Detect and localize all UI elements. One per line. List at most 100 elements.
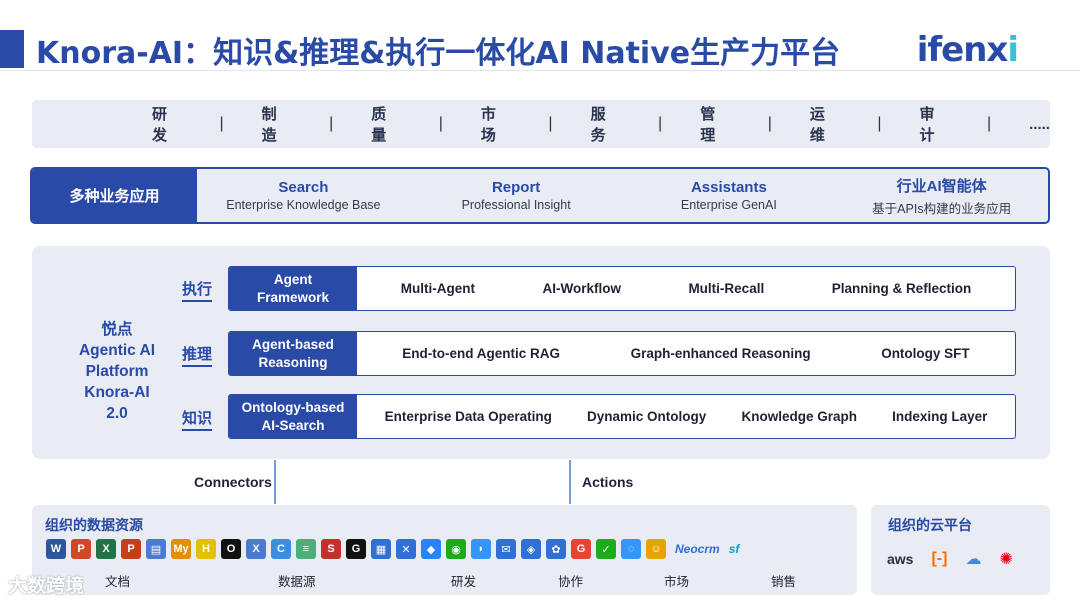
scala-icon: S (321, 539, 341, 559)
cloud-icons: aws [-] ☁ ✺ (887, 549, 1013, 569)
layer-item: Multi-Agent (400, 281, 475, 296)
category-label: 市场 (664, 575, 690, 589)
platform-name-line: 悦点 (101, 321, 133, 338)
jira-icon: ◆ (421, 539, 441, 559)
cloud-title: 组织的云平台 (888, 517, 972, 533)
department-label: 研发 (152, 106, 168, 144)
layer-head: Agent-based Reasoning (229, 332, 357, 375)
layer-item: Dynamic Ontology (587, 409, 707, 424)
confluence-icon: C (271, 539, 291, 559)
knowledge-layer-row: Ontology-based AI-Search Enterprise Data … (228, 394, 1016, 439)
title-divider (0, 70, 1080, 71)
layer-item: Ontology SFT (881, 346, 970, 361)
department-separator: | (438, 115, 443, 132)
business-apps-row: 多种业务应用 Search Enterprise Knowledge Base … (30, 167, 1050, 224)
platform-name-line: Agentic AI (78, 342, 156, 359)
department-bar: 研发 | 制造 | 质量 | 市场 | 服务 | 管理 | 运维 | 审计 |..... (32, 100, 1050, 148)
department-separator: | (877, 115, 882, 132)
app-icon: ◈ (521, 539, 541, 559)
google-icon: G (571, 539, 591, 559)
layer-item: Planning & Reflection (831, 281, 972, 296)
cross-icon: ✕ (396, 539, 416, 559)
app-industry-agents: 行业AI智能体 基于APIs构建的业务应用 (835, 169, 1048, 222)
title-accent-bar (0, 30, 24, 68)
actions-label: Actions (582, 474, 634, 490)
actions-line (569, 460, 571, 504)
app-subtitle: Enterprise GenAI (680, 198, 777, 212)
layer-item: End-to-end Agentic RAG (402, 346, 561, 361)
category-label: 文档 (105, 575, 131, 589)
neocrm-logo: Neocrm (675, 542, 720, 556)
reasoning-layer-row: Agent-based Reasoning End-to-end Agentic … (228, 331, 1016, 376)
sources-title: 组织的数据资源 (45, 517, 143, 533)
layer-head: Agent Framework (229, 267, 357, 310)
layer-head-line: Framework (256, 289, 330, 305)
connectors-label: Connectors (194, 474, 272, 490)
app-subtitle: 基于APIs构建的业务应用 (872, 201, 1012, 216)
app-subtitle: Professional Insight (461, 198, 571, 212)
category-label: 协作 (558, 575, 584, 589)
xml-icon: X (246, 539, 266, 559)
department-label: 审计 (919, 106, 935, 144)
execution-layer-row: Agent Framework Multi-Agent AI-Workflow M… (228, 266, 1016, 311)
logo-tail: i (1007, 30, 1019, 70)
word-icon: W (46, 539, 66, 559)
department-label: 市场 (480, 106, 496, 144)
mail-icon: ✉ (496, 539, 516, 559)
layer-head-line: Agent-based (252, 336, 334, 352)
layer-head-line: Ontology-based (241, 399, 345, 415)
layer-item: Graph-enhanced Reasoning (630, 346, 811, 361)
excel-icon: X (96, 539, 116, 559)
app-title: Assistants (690, 179, 767, 196)
data-sources-panel: 组织的数据资源 W P X P ▤ My H O X C ≡ S G ▦ ✕ ◆ ◉ ◗ ✉ ◈ ✿ G ✓ ◌ ☺ Neocrm… (32, 505, 857, 595)
logo-text: ifenx (916, 30, 1009, 70)
layer-item: Knowledge Graph (741, 409, 857, 424)
layer-head-line: Agent (273, 271, 313, 287)
department-separator: | (767, 115, 772, 132)
category-label: 销售 (771, 575, 797, 589)
layer-item: Enterprise Data Operating (384, 409, 552, 424)
layer-head-line: Reasoning (258, 354, 328, 370)
file-icon: ▤ (146, 539, 166, 559)
source-icons: W P X P ▤ My H O X C ≡ S G ▦ ✕ ◆ ◉ ◗ ✉ ◈ ✿ G ✓ ◌ ☺ Neocrm sf (46, 539, 739, 559)
app-title: Report (491, 179, 541, 196)
layer-item: AI-Workflow (542, 281, 621, 296)
department-separator: | (219, 115, 224, 132)
app-title: Search (278, 179, 329, 196)
department-label: ..... (1029, 115, 1050, 133)
layer-items: End-to-end Agentic RAG Graph-enhanced Re… (357, 346, 1015, 361)
layer-items: Multi-Agent AI-Workflow Multi-Recall Pla… (357, 281, 1015, 296)
github-icon: G (346, 539, 366, 559)
layer-tag-execution: 执行 (182, 278, 213, 302)
app-subtitle: Enterprise Knowledge Base (226, 198, 381, 212)
connectors-line (274, 460, 276, 504)
department-label: 质量 (371, 106, 387, 144)
powerpoint-icon-2: P (121, 539, 141, 559)
department-separator: | (658, 115, 663, 132)
agentic-platform-panel: 悦点 Agentic AI Platform Knora-AI 2.0 执行 A… (32, 246, 1050, 459)
dingtalk-icon: ◗ (471, 539, 491, 559)
department-label: 服务 (590, 106, 606, 144)
department-label: 制造 (261, 106, 277, 144)
aliyun-icon: [-] (931, 550, 948, 567)
department-separator: | (548, 115, 553, 132)
cloud-icon: ☁ (965, 551, 982, 568)
app-report: Report Professional Insight (410, 169, 623, 222)
layer-item: Indexing Layer (892, 409, 988, 424)
circle-icon: O (221, 539, 241, 559)
bubble-icon: ◌ (621, 539, 641, 559)
paw-icon: ✿ (546, 539, 566, 559)
mascot-icon: ☺ (646, 539, 666, 559)
wechat-icon: ◉ (446, 539, 466, 559)
platform-name-line: Knora-AI 2.0 (84, 384, 150, 422)
category-label: 研发 (451, 575, 477, 589)
ifenxi-logo: ifenxi (916, 30, 1019, 70)
chat-icon: ✓ (596, 539, 616, 559)
app-title: 行业AI智能体 (896, 177, 987, 195)
department-separator: | (329, 115, 334, 132)
page-title: Knora-AI：知识&推理&执行一体化AI Native生产力平台 (36, 36, 841, 71)
layer-items: Enterprise Data Operating Dynamic Ontolo… (357, 409, 1015, 424)
app-search: Search Enterprise Knowledge Base (197, 169, 410, 222)
hadoop-icon: H (196, 539, 216, 559)
cloud-platform-panel: 组织的云平台 aws [-] ☁ ✺ (871, 505, 1050, 595)
